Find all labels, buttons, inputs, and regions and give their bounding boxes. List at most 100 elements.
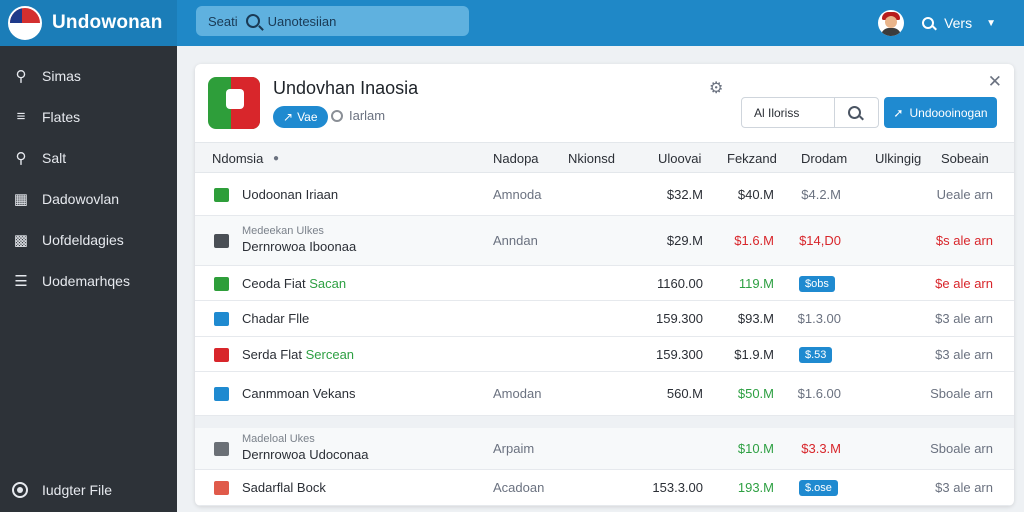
avatar[interactable] bbox=[878, 10, 905, 36]
extra-link[interactable]: Iarlam bbox=[331, 108, 385, 123]
column-header[interactable]: Sobeain bbox=[941, 151, 989, 166]
row-name-cell[interactable]: Serda Flat Sercean bbox=[242, 347, 354, 362]
row-status: $3 ale arn bbox=[935, 347, 993, 362]
row-value-v3: $1.6.00 bbox=[797, 386, 841, 401]
row-name-cell[interactable]: Chadar Flle bbox=[242, 311, 309, 326]
search-icon: ⚲ bbox=[15, 67, 27, 85]
top-bar: Undowonan Seati Vers ▼ bbox=[0, 0, 1024, 46]
row-status: Ueale arn bbox=[936, 187, 993, 202]
sidebar-item-label: Dadowovlan bbox=[42, 190, 120, 207]
row-value-v3: $4.2.M bbox=[801, 187, 841, 202]
sidebar-footer[interactable]: Iudgter File bbox=[0, 470, 177, 510]
close-icon[interactable]: ✕ bbox=[988, 72, 1002, 92]
row-value-v2: $50.M bbox=[737, 386, 774, 401]
sidebar-item-flates[interactable]: ≡ Flates bbox=[0, 96, 177, 137]
row-name[interactable]: Dernrowoa Iboonaa bbox=[242, 239, 356, 254]
table-row[interactable]: Uodoonan Iriaan Amnoda $32.M $40.M $4.2.M Uea… bbox=[195, 173, 1014, 216]
row-value-v2: 119.M bbox=[738, 276, 774, 291]
vae-button[interactable]: ↗ Vae bbox=[273, 106, 328, 128]
row-name: Serda Flat bbox=[242, 347, 302, 362]
app-icon bbox=[208, 77, 260, 129]
table-row[interactable]: Ceoda Fiat Sacan 1160.00 119.M $obs $e ale a… bbox=[195, 266, 1014, 301]
value-badge[interactable]: $obs bbox=[799, 276, 835, 292]
row-value-v2: $93.M bbox=[737, 311, 774, 326]
row-source: Amodan bbox=[493, 386, 542, 401]
edit-icon: ↗ bbox=[283, 110, 294, 124]
row-status: $e ale arn bbox=[935, 276, 993, 291]
column-header[interactable]: Ulkingig bbox=[875, 151, 921, 166]
table-row[interactable]: Medeekan Ulkes Dernrowoa Iboonaa Anndan $29… bbox=[195, 216, 1014, 266]
square-icon bbox=[214, 481, 229, 495]
square-icon bbox=[214, 234, 229, 248]
gear-icon[interactable]: ⚙ bbox=[709, 78, 723, 98]
key-icon: ⚲ bbox=[15, 149, 27, 167]
search-icon[interactable] bbox=[848, 106, 861, 119]
row-value-v1: 560.M bbox=[666, 386, 703, 401]
row-source: Amnoda bbox=[493, 187, 542, 202]
row-name-highlight: Sacan bbox=[309, 276, 347, 291]
row-value-v2: $1.6.M bbox=[734, 233, 774, 248]
panel-search[interactable] bbox=[741, 97, 879, 128]
column-header[interactable]: Nadopa bbox=[493, 151, 539, 166]
panel-title: Undovhan Inaosia bbox=[273, 78, 419, 98]
row-source: Acadoan bbox=[493, 480, 545, 495]
column-header[interactable]: Ndomsia bbox=[212, 151, 263, 166]
table-row[interactable]: Serda Flat Sercean 159.300 $1.9.M $.53 $3 al… bbox=[195, 337, 1014, 372]
top-right-controls: Vers ▼ bbox=[878, 0, 996, 46]
row-status: Sboale arn bbox=[930, 386, 993, 401]
table-row[interactable]: Canmmoan Vekans Amodan 560.M $50.M $1.6.00 Sb… bbox=[195, 372, 1014, 416]
sidebar-item-dadowovlan[interactable]: ▦ Dadowovlan bbox=[0, 178, 177, 219]
row-name-cell[interactable]: Ceoda Fiat Sacan bbox=[242, 276, 346, 291]
menu-icon: ☰ bbox=[14, 272, 28, 290]
square-icon bbox=[214, 442, 229, 456]
column-header[interactable]: Drodam bbox=[801, 151, 847, 166]
sidebar-item-uofdeldagies[interactable]: ▩ Uofdeldagies bbox=[0, 219, 177, 260]
value-badge[interactable]: $.ose bbox=[799, 480, 838, 496]
sidebar-item-salt[interactable]: ⚲ Salt bbox=[0, 137, 177, 178]
extra-label: Iarlam bbox=[349, 108, 386, 123]
table-row[interactable]: Madeloal Ukes Dernrowoa Udoconaa Arpaim $10… bbox=[195, 428, 1014, 470]
row-name[interactable]: Dernrowoa Udoconaa bbox=[242, 447, 368, 462]
sidebar-item-simas[interactable]: ⚲ Simas bbox=[0, 55, 177, 96]
circle-icon bbox=[214, 348, 229, 362]
sidebar-item-label: Flates bbox=[42, 108, 81, 125]
panel-search-input[interactable] bbox=[742, 105, 834, 120]
row-value-v1: 159.300 bbox=[656, 311, 703, 326]
sidebar-item-uodemarhqes[interactable]: ☰ Uodemarhqes bbox=[0, 260, 177, 301]
row-status: $s ale arn bbox=[935, 233, 993, 248]
vers-menu[interactable]: Vers ▼ bbox=[922, 15, 996, 31]
row-name-cell[interactable]: Canmmoan Vekans bbox=[242, 386, 355, 401]
column-header[interactable]: Nkionsd bbox=[568, 151, 615, 166]
bars-icon: ≡ bbox=[16, 108, 26, 125]
brand[interactable]: Undowonan bbox=[0, 0, 177, 46]
book-icon: ▦ bbox=[13, 190, 29, 208]
row-value-v2: $1.9.M bbox=[734, 347, 774, 362]
row-name-highlight: Sercean bbox=[305, 347, 355, 362]
flag-icon bbox=[214, 277, 229, 291]
row-status: $3 ale arn bbox=[935, 480, 993, 495]
table-row[interactable]: Sadarflal Bock Acadoan 153.3.00 193.M $.ose $… bbox=[195, 470, 1014, 506]
primary-button-label: Undoooinogan bbox=[909, 105, 988, 120]
row-value-v2: $40.M bbox=[737, 187, 774, 202]
row-value-v3: $14,D0 bbox=[799, 233, 841, 248]
primary-action-button[interactable]: ➚ Undoooinogan bbox=[884, 97, 997, 128]
global-search[interactable]: Seati bbox=[196, 6, 469, 36]
row-value-v2: $10.M bbox=[737, 441, 774, 456]
sidebar-item-label: Simas bbox=[42, 67, 81, 84]
panel-header: Undovhan Inaosia ↗Vae Iarlam ⚙ ✕ ➚ Undooo… bbox=[195, 64, 1014, 142]
row-name: Sadarflal Bock bbox=[242, 480, 326, 495]
row-value-v1: $29.M bbox=[666, 233, 703, 248]
column-header[interactable]: Uloovai bbox=[658, 151, 701, 166]
value-badge[interactable]: $.53 bbox=[799, 347, 833, 363]
sidebar-item-label: Uofdeldagies bbox=[42, 231, 124, 248]
flag-icon bbox=[214, 188, 229, 202]
search-input[interactable] bbox=[267, 13, 458, 29]
row-name-cell[interactable]: Uodoonan Iriaan bbox=[242, 187, 338, 202]
sort-icon[interactable]: ● bbox=[273, 153, 279, 164]
pin-icon: ➚ bbox=[893, 105, 904, 120]
row-status: $3 ale arn bbox=[935, 311, 993, 326]
sidebar-footer-label: Iudgter File bbox=[42, 482, 113, 498]
column-header[interactable]: Fekzand bbox=[727, 151, 777, 166]
table-row[interactable]: Chadar Flle 159.300 $93.M $1.3.00 $3 ale arn bbox=[195, 301, 1014, 337]
row-name-cell[interactable]: Sadarflal Bock bbox=[242, 480, 326, 495]
